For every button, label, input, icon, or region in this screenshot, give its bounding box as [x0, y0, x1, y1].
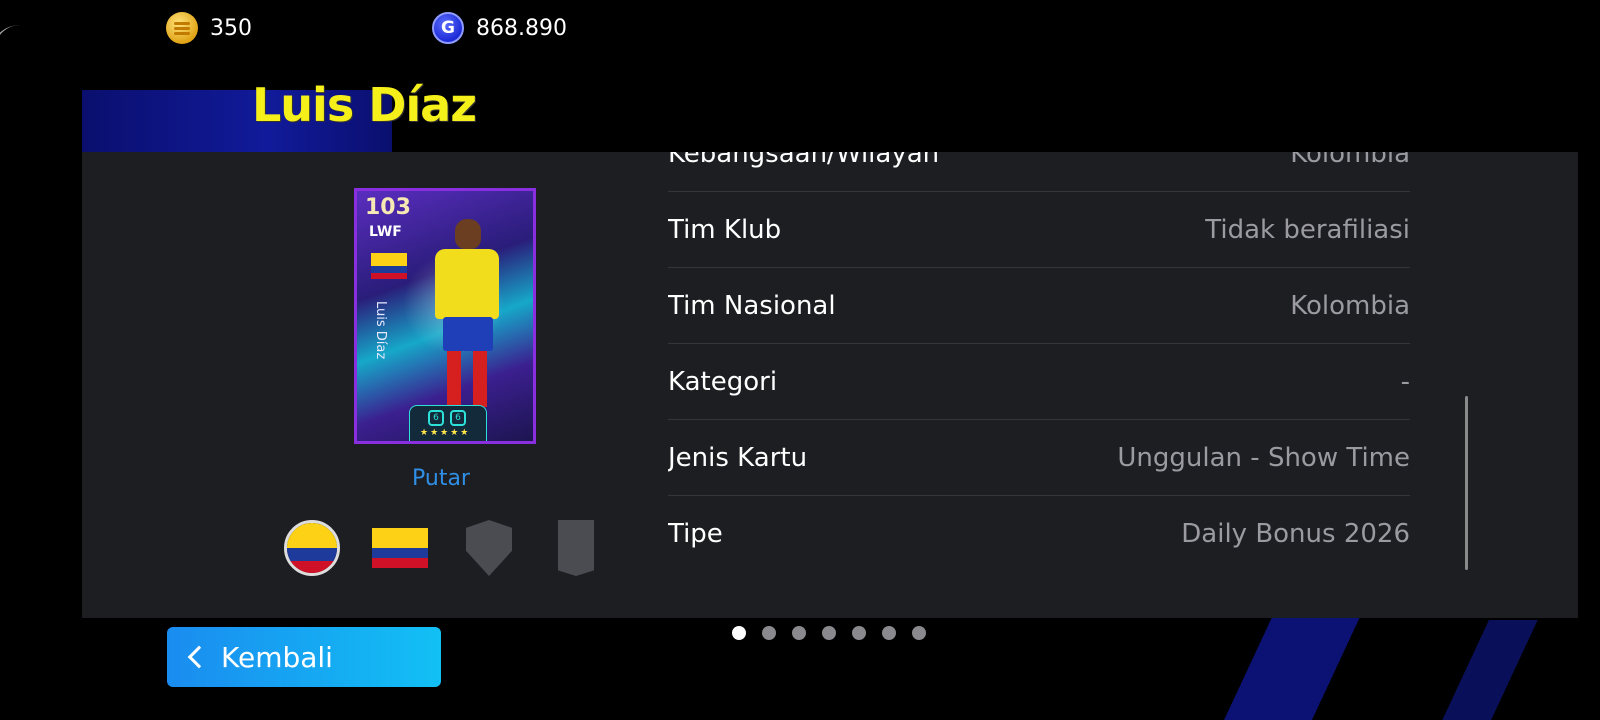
flip-card-link[interactable]: Putar	[412, 466, 470, 491]
league-banner-icon	[558, 520, 594, 576]
info-value: Unggulan - Show Time	[1117, 442, 1410, 473]
player-figure-image	[429, 219, 505, 411]
colombia-flag-icon	[371, 253, 407, 279]
card-rating: 103	[365, 195, 411, 220]
page-indicator	[732, 626, 926, 640]
page-dot[interactable]	[762, 626, 776, 640]
ecoin-balance: 350	[166, 12, 252, 44]
page-dot[interactable]	[882, 626, 896, 640]
player-card[interactable]: 103 LWF Luis Díaz 6 6 ★★★★★	[354, 188, 536, 444]
hexagon-icon: 6	[428, 410, 444, 426]
background-stripe	[1360, 620, 1600, 720]
info-label: Kategori	[668, 366, 778, 397]
info-row-national-team: Tim Nasional Kolombia	[668, 268, 1410, 344]
info-value: Kolombia	[1290, 290, 1410, 321]
info-label: Tipe	[668, 519, 723, 549]
page-dot[interactable]	[822, 626, 836, 640]
info-value: Kolombia	[1290, 152, 1410, 169]
info-label: Tim Klub	[668, 214, 782, 245]
back-button[interactable]: Kembali	[167, 627, 441, 687]
info-label: Jenis Kartu	[668, 442, 808, 473]
info-row-type: Tipe Daily Bonus 2026	[668, 496, 1410, 572]
card-position: LWF	[369, 224, 402, 240]
ecoin-icon	[166, 12, 198, 44]
national-flag-round-icon	[284, 520, 340, 576]
card-badge: 6 6 ★★★★★	[409, 405, 487, 441]
info-value: Daily Bonus 2026	[1181, 519, 1410, 549]
page-dot[interactable]	[852, 626, 866, 640]
screen-edge-arc	[0, 25, 30, 145]
card-stars: ★★★★★	[420, 428, 471, 438]
gp-value: 868.890	[476, 15, 567, 41]
hexagon-icon: 6	[450, 410, 466, 426]
gp-balance: G 868.890	[432, 12, 567, 44]
player-info-list[interactable]: Kebangsaan/Wilayah Kolombia Tim Klub Tid…	[668, 152, 1410, 576]
info-row-club: Tim Klub Tidak berafiliasi	[668, 192, 1410, 268]
back-button-label: Kembali	[221, 640, 333, 674]
info-value: -	[1400, 366, 1410, 397]
page-dot[interactable]	[732, 626, 746, 640]
card-vertical-name: Luis Díaz	[373, 301, 388, 360]
chevron-left-icon	[187, 645, 211, 669]
player-name-title: Luis Díaz	[252, 78, 477, 132]
info-label: Kebangsaan/Wilayah	[668, 152, 940, 169]
info-row-category: Kategori -	[668, 344, 1410, 420]
info-label: Tim Nasional	[668, 290, 836, 321]
gp-icon: G	[432, 12, 464, 44]
info-value: Tidak berafiliasi	[1205, 214, 1410, 245]
national-flag-icon	[372, 528, 428, 568]
page-dot[interactable]	[912, 626, 926, 640]
ecoin-value: 350	[210, 15, 252, 41]
info-row-card-type: Jenis Kartu Unggulan - Show Time	[668, 420, 1410, 496]
page-dot[interactable]	[792, 626, 806, 640]
info-row-nationality: Kebangsaan/Wilayah Kolombia	[668, 152, 1410, 192]
info-scrollbar[interactable]	[1465, 396, 1468, 570]
